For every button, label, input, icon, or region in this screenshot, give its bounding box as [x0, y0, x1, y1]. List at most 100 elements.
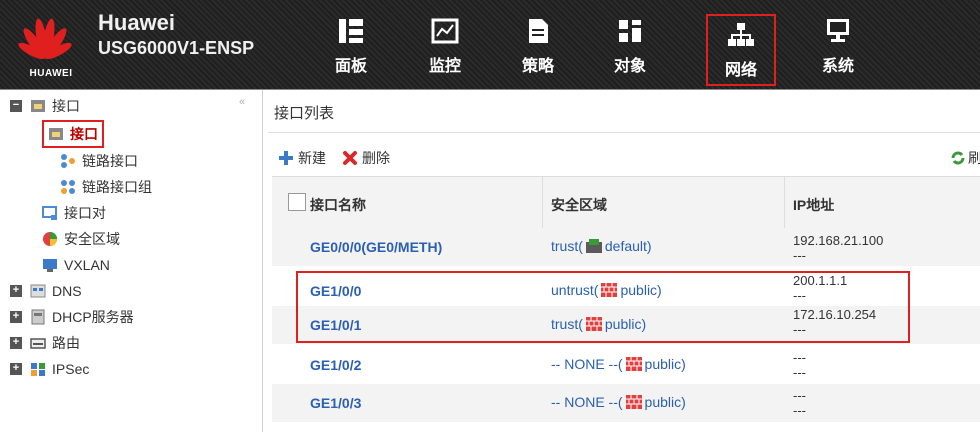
sidebar-item-routing[interactable]: + 路由: [10, 332, 80, 354]
ip-line-2: ---: [793, 288, 806, 303]
page-title: 接口列表: [274, 105, 335, 122]
nav-label: 对象: [613, 58, 646, 75]
brand-name: Huawei: [98, 10, 176, 35]
interface-name-link[interactable]: GE1/0/2: [310, 357, 361, 373]
sidebar-item-label: 接口: [52, 98, 80, 114]
interface-name-link[interactable]: GE0/0/0(GE0/METH): [310, 239, 442, 255]
table-row[interactable]: GE0/0/0(GE0/METH) trust( default) 192.16…: [272, 228, 980, 266]
firewall-brick-icon: [625, 395, 642, 409]
sidebar-item-interface-pair[interactable]: 接口对: [42, 202, 106, 224]
new-button[interactable]: 新建: [278, 148, 326, 168]
new-label: 新建: [298, 150, 326, 166]
security-zone-link[interactable]: -- NONE --( public): [551, 394, 686, 410]
sidebar-item-label: 路由: [52, 335, 80, 351]
zone-name: trust(: [551, 316, 583, 332]
expand-toggle-icon[interactable]: +: [10, 285, 22, 297]
nav-system[interactable]: 系统: [808, 12, 868, 84]
interface-name-link[interactable]: GE1/0/1: [310, 317, 361, 333]
security-zone-link[interactable]: trust( default): [551, 238, 652, 254]
delete-button[interactable]: 删除: [342, 148, 390, 168]
table-row[interactable]: GE1/0/1 trust( public) 172.16.10.254 ---: [272, 306, 980, 344]
sidebar-item-label: 链路接口: [82, 153, 138, 169]
table-row[interactable]: GE1/0/2 -- NONE --( public) --- ---: [272, 346, 980, 384]
sidebar-item-label: VXLAN: [64, 257, 110, 273]
ip-line-1: 192.168.21.100: [793, 233, 884, 248]
security-zone-link[interactable]: trust( public): [551, 316, 646, 332]
column-header-security-zone[interactable]: 安全区域: [551, 195, 607, 215]
interface-pair-icon: [42, 206, 57, 220]
nav-label: 监控: [428, 58, 461, 75]
zone-name: untrust(: [551, 282, 599, 298]
ip-address: 200.1.1.1 ---: [793, 273, 847, 303]
ip-address: --- ---: [793, 388, 806, 418]
nav-monitor[interactable]: 监控: [415, 12, 475, 84]
expand-toggle-icon[interactable]: +: [10, 337, 22, 349]
expand-toggle-icon[interactable]: +: [10, 363, 22, 375]
huawei-logo: HUAWEI: [14, 12, 76, 80]
ip-line-2: ---: [793, 403, 806, 418]
nav-object[interactable]: 对象: [600, 12, 660, 84]
nav-label: 策略: [521, 58, 554, 75]
column-header-interface-name[interactable]: 接口名称: [310, 195, 366, 215]
vsys-name: public): [644, 394, 686, 410]
table-row[interactable]: GE1/0/3 -- NONE --( public) --- ---: [272, 384, 980, 422]
collapse-sidebar-icon[interactable]: «: [239, 96, 245, 108]
policy-document-icon: [529, 19, 548, 43]
firewall-brick-icon: [585, 317, 602, 331]
routing-icon: [30, 338, 46, 349]
sidebar-item-label: 接口对: [64, 205, 106, 221]
column-header-ip-address[interactable]: IP地址: [793, 195, 834, 215]
sidebar-item-link-interface[interactable]: 链路接口: [60, 150, 138, 172]
ip-line-1: ---: [793, 350, 806, 365]
sidebar-item-label: 链路接口组: [82, 179, 152, 195]
column-divider: [784, 177, 785, 229]
expand-toggle-icon[interactable]: +: [10, 311, 22, 323]
vsys-name: public): [604, 316, 647, 332]
interface-name-link[interactable]: GE1/0/0: [310, 283, 361, 299]
sidebar-item-interface-group[interactable]: − 接口: [10, 95, 80, 117]
sidebar-item-security-zone[interactable]: 安全区域: [42, 228, 120, 250]
device-name: USG6000V1-ENSP: [98, 38, 255, 58]
zone-name: -- NONE --(: [551, 394, 623, 410]
top-header: HUAWEI Huawei USG6000V1-ENSP 面板 监控 策略 对象: [0, 0, 980, 90]
ip-line-2: ---: [793, 365, 806, 380]
refresh-label[interactable]: 刷: [968, 148, 980, 168]
interface-name-link[interactable]: GE1/0/3: [310, 395, 361, 411]
dns-icon: [30, 284, 46, 298]
sidebar-item-label: 安全区域: [64, 231, 120, 247]
select-all-checkbox[interactable]: [288, 193, 306, 211]
title-divider: [268, 132, 980, 133]
collapse-toggle-icon[interactable]: −: [10, 100, 22, 112]
nav-dashboard[interactable]: 面板: [321, 12, 381, 84]
sidebar-item-interface[interactable]: 接口: [42, 120, 104, 148]
logo-wordmark: HUAWEI: [29, 68, 73, 79]
sidebar-item-dhcp-server[interactable]: + DHCP服务器: [10, 306, 134, 328]
ip-line-2: ---: [793, 248, 806, 263]
ip-line-1: 172.16.10.254: [793, 307, 877, 322]
interface-icon: [31, 100, 45, 112]
sidebar-item-ipsec[interactable]: + IPSec: [10, 358, 89, 380]
ip-address: --- ---: [793, 350, 806, 380]
sidebar-item-label: 接口: [70, 126, 98, 142]
nav-label: 系统: [821, 58, 854, 75]
management-vsys-icon: [585, 239, 602, 253]
security-zone-link[interactable]: -- NONE --( public): [551, 356, 686, 372]
sidebar-item-label: DNS: [52, 283, 82, 299]
nav-label: 网络: [724, 62, 757, 79]
sidebar-item-label: IPSec: [52, 361, 90, 377]
sidebar-item-label: DHCP服务器: [52, 309, 134, 325]
table-row[interactable]: GE1/0/0 untrust( public) 200.1.1.1 ---: [272, 272, 980, 310]
table-header: 接口名称 安全区域 IP地址: [272, 176, 980, 230]
nav-network[interactable]: 网络: [706, 14, 776, 86]
security-zone-link[interactable]: untrust( public): [551, 282, 662, 298]
network-topology-icon: [728, 23, 754, 46]
firewall-brick-icon: [625, 357, 642, 371]
sidebar-item-link-interface-group[interactable]: 链路接口组: [60, 176, 152, 198]
sidebar-item-dns[interactable]: + DNS: [10, 280, 82, 302]
nav-policy[interactable]: 策略: [508, 12, 568, 84]
ip-line-1: ---: [793, 388, 806, 403]
sidebar-item-vxlan[interactable]: VXLAN: [42, 254, 110, 276]
zone-name: trust(: [551, 238, 583, 254]
refresh-icon[interactable]: [950, 150, 966, 166]
vsys-name: public): [620, 282, 662, 298]
